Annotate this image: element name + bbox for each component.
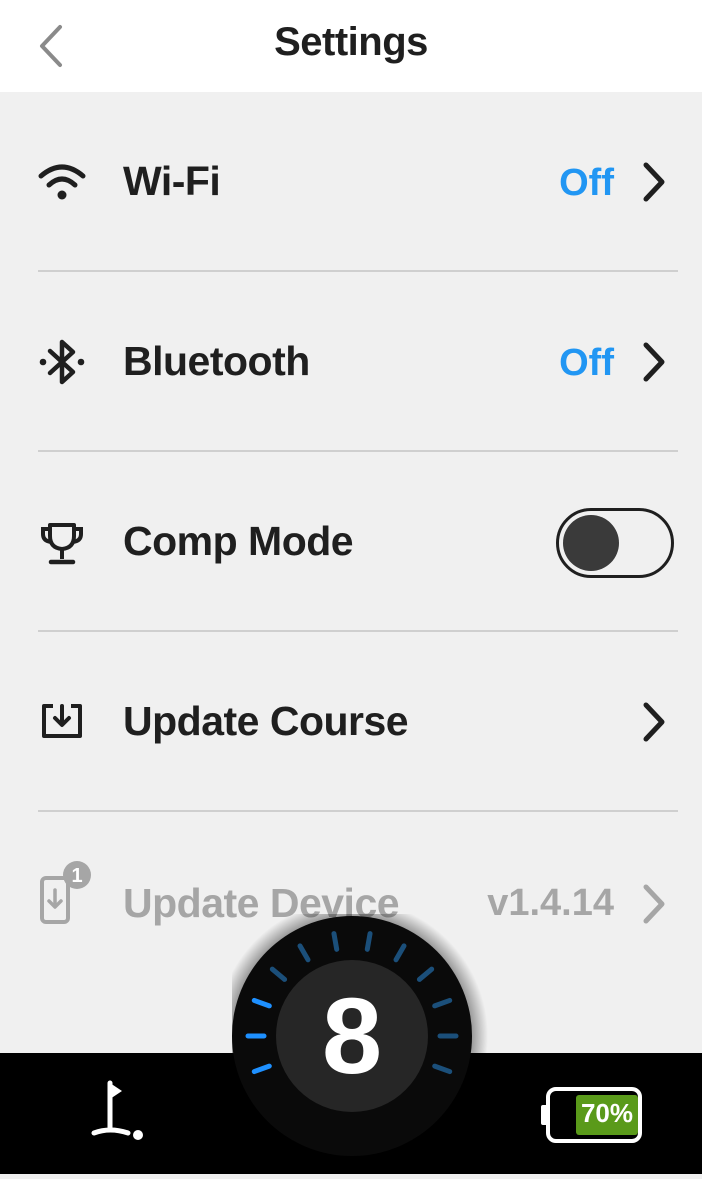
chevron-right-icon [634,694,674,750]
bluetooth-status: Off [559,342,614,384]
dial-tick [331,931,340,952]
comp-mode-row: Comp Mode [0,452,702,632]
bluetooth-icon [34,334,90,390]
wifi-row[interactable]: Wi-Fi Off [0,92,702,272]
chevron-right-icon [634,154,674,210]
update-course-label: Update Course [123,698,409,744]
comp-mode-label: Comp Mode [123,518,354,564]
wifi-status: Off [559,162,614,204]
device-update-icon: 1 [34,860,104,930]
page-title: Settings [274,20,428,64]
comp-mode-toggle[interactable] [556,508,674,578]
trophy-icon [34,516,90,572]
bluetooth-label: Bluetooth [123,338,310,384]
wifi-icon [34,154,90,210]
bluetooth-row[interactable]: Bluetooth Off [0,272,702,452]
chevron-right-icon [634,334,674,390]
golf-flag-icon[interactable] [88,1077,158,1147]
chevron-right-icon [634,876,674,932]
toggle-knob [563,515,619,571]
device-version: v1.4.14 [487,882,614,924]
wifi-label: Wi-Fi [123,158,221,204]
header: Settings [0,0,702,92]
hole-number: 8 [321,975,383,1096]
update-badge: 1 [71,865,82,887]
update-course-row[interactable]: Update Course [0,632,702,812]
battery-percent: 70% [580,1098,634,1128]
dial-tick [364,931,373,952]
download-box-icon [34,694,90,750]
